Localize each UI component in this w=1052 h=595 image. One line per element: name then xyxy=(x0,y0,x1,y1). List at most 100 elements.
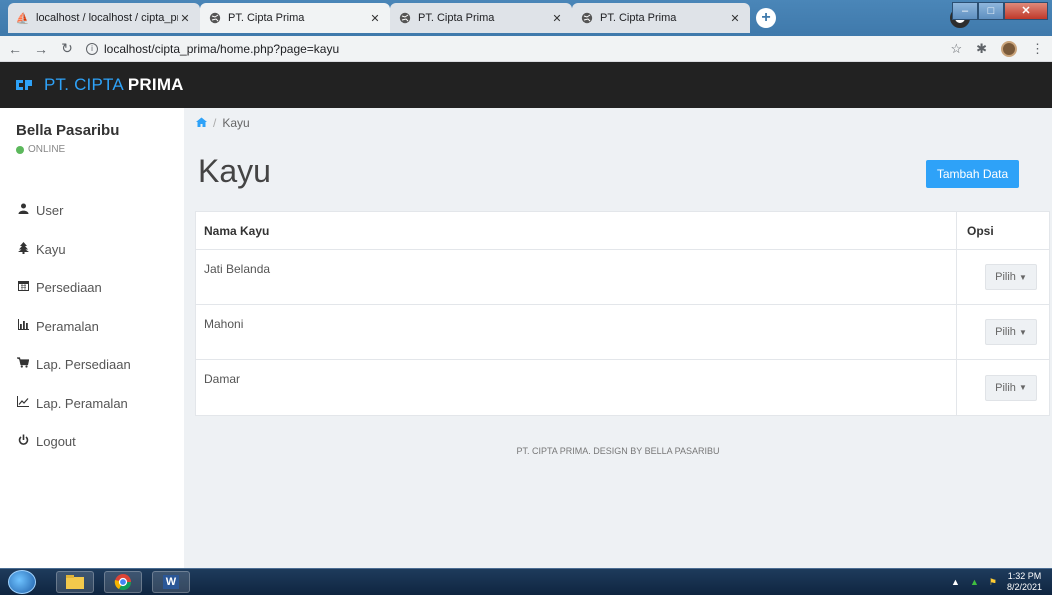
extensions-icon[interactable]: ✱ xyxy=(976,41,987,57)
sidebar-item-kayu[interactable]: Kayu xyxy=(16,241,131,281)
close-icon[interactable]: ✕ xyxy=(728,12,742,25)
chrome-taskbar-icon[interactable] xyxy=(104,571,142,593)
reload-icon[interactable]: ↻ xyxy=(56,40,78,57)
flag-icon[interactable]: ⚑ xyxy=(989,577,997,588)
kayu-table: Nama Kayu Opsi Jati Belanda Pilih ▼ Mahon… xyxy=(195,211,1050,416)
maximize-button[interactable]: □ xyxy=(978,2,1004,20)
pilih-dropdown-button[interactable]: Pilih ▼ xyxy=(985,264,1037,290)
column-header-nama-kayu: Nama Kayu xyxy=(196,211,957,250)
sidebar-item-label: Lap. Persediaan xyxy=(36,357,131,372)
tab-cipta-prima-active[interactable]: PT. Cipta Prima ✕ xyxy=(200,3,390,33)
power-icon xyxy=(16,434,30,449)
globe-icon xyxy=(398,12,411,25)
start-button[interactable] xyxy=(8,570,36,594)
sidebar-item-logout[interactable]: Logout xyxy=(16,434,131,473)
bar-chart-icon xyxy=(16,318,30,333)
drive-icon[interactable]: ▲ xyxy=(970,577,979,587)
close-icon[interactable]: ✕ xyxy=(550,12,564,25)
tab-title: PT. Cipta Prima xyxy=(228,12,305,24)
pilih-label: Pilih xyxy=(995,271,1016,283)
close-window-button[interactable]: ✕ xyxy=(1004,2,1048,20)
star-icon[interactable]: ☆ xyxy=(950,41,962,57)
cell-nama-kayu: Mahoni xyxy=(196,305,957,359)
caret-down-icon: ▼ xyxy=(1018,272,1027,282)
sidebar-item-label: Logout xyxy=(36,434,76,449)
tab-title: localhost / localhost / cipta_prim xyxy=(36,12,178,24)
system-tray: ▲ ▲ ⚑ 1:32 PM 8/2/2021 xyxy=(951,571,1042,593)
explorer-taskbar-icon[interactable] xyxy=(56,571,94,593)
url-field[interactable]: i localhost/cipta_prima/home.php?page=ka… xyxy=(86,42,339,56)
app-navbar: PT. CIPTA PRIMA xyxy=(0,62,1052,108)
status-text: ONLINE xyxy=(28,144,66,155)
caret-down-icon: ▼ xyxy=(1018,383,1027,392)
user-icon xyxy=(16,203,30,217)
sidebar-item-label: User xyxy=(36,203,64,218)
tambah-data-button[interactable]: Tambah Data xyxy=(926,160,1019,188)
online-status: ONLINE xyxy=(16,144,65,155)
sidebar-item-lap-peramalan[interactable]: Lap. Peramalan xyxy=(16,395,131,435)
brand-bold: PRIMA xyxy=(127,75,184,94)
sidebar-item-user[interactable]: User xyxy=(16,203,131,242)
sidebar-item-label: Persediaan xyxy=(36,280,102,295)
tab-cipta-prima-2[interactable]: PT. Cipta Prima ✕ xyxy=(390,3,572,33)
line-chart-icon xyxy=(16,395,30,410)
tab-cipta-prima-3[interactable]: PT. Cipta Prima ✕ xyxy=(572,3,750,33)
close-icon[interactable]: ✕ xyxy=(178,12,192,25)
menu-dots-icon[interactable]: ⋮ xyxy=(1031,41,1044,57)
tab-phpmyadmin[interactable]: ⛵ localhost / localhost / cipta_prim ✕ xyxy=(8,3,200,33)
user-name: Bella Pasaribu xyxy=(16,122,120,139)
globe-icon xyxy=(580,12,593,25)
breadcrumb: / Kayu xyxy=(196,116,250,130)
clock[interactable]: 1:32 PM 8/2/2021 xyxy=(1007,571,1042,593)
table-row: Mahoni Pilih ▼ xyxy=(196,305,1049,360)
clock-time: 1:32 PM xyxy=(1007,571,1042,581)
pilih-dropdown-button[interactable]: Pilih ▼ xyxy=(985,319,1037,345)
profile-avatar[interactable] xyxy=(1001,41,1017,57)
word-taskbar-icon[interactable]: W xyxy=(152,571,190,593)
tree-icon xyxy=(16,241,30,257)
logo-icon xyxy=(14,78,34,92)
sidebar-item-peramalan[interactable]: Peramalan xyxy=(16,318,131,358)
brand-title[interactable]: PT. CIPTA PRIMA xyxy=(44,75,184,95)
sidebar-item-lap-persediaan[interactable]: Lap. Persediaan xyxy=(16,357,131,396)
close-icon[interactable]: ✕ xyxy=(368,12,382,25)
back-arrow-icon[interactable]: ← xyxy=(4,41,26,57)
sidebar-menu: User Kayu Persediaan Peramalan Lap. Pers… xyxy=(16,203,131,473)
new-tab-button[interactable]: + xyxy=(756,8,776,28)
word-icon: W xyxy=(162,575,180,589)
breadcrumb-separator: / xyxy=(213,116,217,130)
online-dot-icon xyxy=(16,145,24,154)
main-content: / Kayu Kayu Tambah Data Nama Kayu Opsi J… xyxy=(184,108,1052,568)
windows-taskbar: W ▲ ▲ ⚑ 1:32 PM 8/2/2021 xyxy=(0,568,1052,595)
table-row: Damar Pilih ▼ xyxy=(196,360,1049,415)
home-icon[interactable] xyxy=(196,116,207,130)
sidebar: Bella Pasaribu ONLINE User Kayu Persedia… xyxy=(0,108,184,568)
table-row: Jati Belanda Pilih ▼ xyxy=(196,250,1049,305)
pilih-label: Pilih xyxy=(995,381,1016,394)
sidebar-item-persediaan[interactable]: Persediaan xyxy=(16,280,131,319)
sidebar-item-label: Lap. Peramalan xyxy=(36,395,128,411)
tab-title: PT. Cipta Prima xyxy=(418,12,495,24)
column-header-opsi: Opsi xyxy=(967,223,994,238)
breadcrumb-current: Kayu xyxy=(222,116,250,130)
tab-title: PT. Cipta Prima xyxy=(600,12,677,24)
url-text: localhost/cipta_prima/home.php?page=kayu xyxy=(104,41,340,56)
address-bar: ← → ↻ i localhost/cipta_prima/home.php?p… xyxy=(0,36,1052,62)
minimize-button[interactable]: – xyxy=(952,2,978,20)
table-header: Nama Kayu Opsi xyxy=(196,211,1049,250)
calendar-icon xyxy=(16,280,30,294)
globe-icon xyxy=(208,12,221,25)
footer-credit: PT. CIPTA PRIMA. DESIGN BY BELLA PASARIB… xyxy=(516,446,720,456)
caret-down-icon: ▼ xyxy=(1018,327,1027,337)
sidebar-item-label: Peramalan xyxy=(36,318,99,334)
page-title: Kayu xyxy=(198,153,271,189)
browser-tab-bar: ⛵ localhost / localhost / cipta_prim ✕ P… xyxy=(0,0,1052,36)
phpmyadmin-icon: ⛵ xyxy=(15,12,30,25)
clock-date: 8/2/2021 xyxy=(1006,582,1042,592)
cell-nama-kayu: Jati Belanda xyxy=(196,250,957,304)
pilih-dropdown-button[interactable]: Pilih ▼ xyxy=(985,374,1037,401)
tray-expand-icon[interactable]: ▲ xyxy=(951,577,960,587)
window-controls: – □ ✕ xyxy=(952,2,1048,20)
forward-arrow-icon[interactable]: → xyxy=(30,41,52,57)
info-icon[interactable]: i xyxy=(86,42,98,55)
